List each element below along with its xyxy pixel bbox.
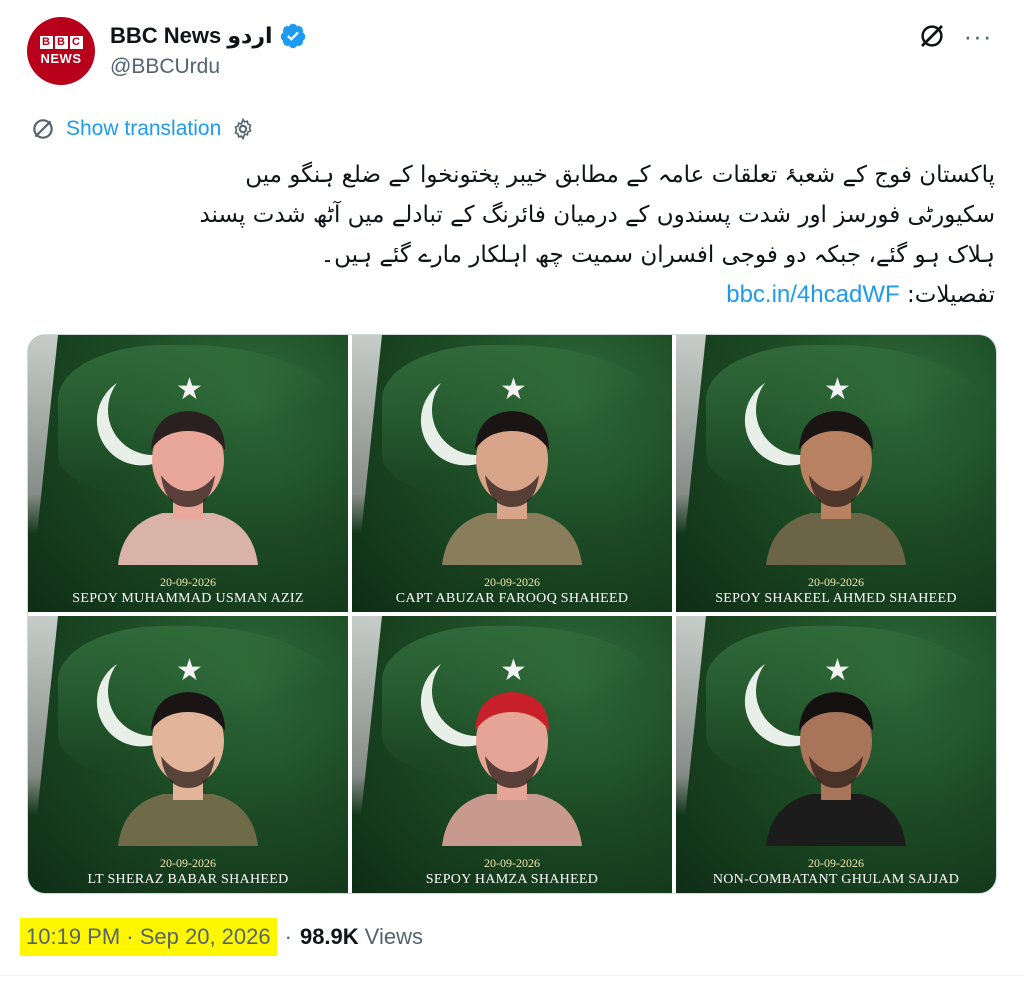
flag-white-stripe <box>676 335 706 535</box>
bbc-logo-letter: C <box>69 36 83 49</box>
flag-white-stripe <box>676 616 706 816</box>
media-tile[interactable]: ★ 20-09-2026 CAPT ABUZAR FAROOQ SHAHEED <box>352 335 672 612</box>
bbc-logo-letter: B <box>39 36 53 49</box>
soldier-portrait <box>442 411 582 565</box>
display-name[interactable]: BBC News اردو <box>110 23 273 49</box>
media-tile[interactable]: ★ 20-09-2026 NON-COMBATANT GHULAM SAJJAD <box>676 616 996 893</box>
tile-name: SEPOY HAMZA SHAHEED <box>425 872 599 887</box>
tile-date: 20-09-2026 <box>484 575 540 589</box>
tile-date: 20-09-2026 <box>484 856 540 870</box>
tile-name: SEPOY MUHAMMAD USMAN AZIZ <box>72 591 304 606</box>
account-name-row[interactable]: BBC News اردو <box>110 22 307 50</box>
soldier-portrait <box>118 692 258 846</box>
details-label: تفصیلات: <box>906 282 995 308</box>
settings-gear-icon[interactable] <box>231 117 255 141</box>
tweet-text-line: پاکستان فوج کے شعبۂ تعلقات عامہ کے مطابق… <box>245 162 995 188</box>
flag-white-stripe <box>28 335 58 535</box>
tile-date: 20-09-2026 <box>808 575 864 589</box>
verified-badge-icon <box>280 23 305 49</box>
media-grid[interactable]: ★ 20-09-2026 SEPOY MUHAMMAD USMAN AZIZ ★ 20-… <box>27 334 997 894</box>
tweet-details-line: تفصیلات: bbc.in/4hcadWF <box>60 275 995 315</box>
flag-white-stripe <box>352 616 382 816</box>
more-options-button[interactable]: ··· <box>956 16 1000 56</box>
grok-icon <box>921 25 943 47</box>
account-avatar[interactable]: B B C NEWS <box>27 17 95 85</box>
tweet-text-line: سکیورٹی فورسز اور شدت پسندوں کے درمیان ف… <box>199 202 995 228</box>
tweet-meta-row: 10:19 PM · Sep 20, 2026 · 98.9K Views <box>20 912 423 962</box>
media-tile[interactable]: ★ 20-09-2026 SEPOY SHAKEEL AHMED SHAHEED <box>676 335 996 612</box>
more-dots-icon: ··· <box>963 20 993 51</box>
meta-separator: · <box>284 924 292 949</box>
translate-globe-icon <box>33 119 53 139</box>
tile-date: 20-09-2026 <box>160 856 216 870</box>
tile-name: SEPOY SHAKEEL AHMED SHAHEED <box>715 591 957 606</box>
translation-row[interactable]: Show translation <box>30 116 255 142</box>
tweet-text: پاکستان فوج کے شعبۂ تعلقات عامہ کے مطابق… <box>60 155 995 315</box>
media-tile[interactable]: ★ 20-09-2026 LT SHERAZ BABAR SHAHEED <box>28 616 348 893</box>
divider <box>0 975 1024 976</box>
soldier-portrait <box>766 411 906 565</box>
tile-date: 20-09-2026 <box>160 575 216 589</box>
tile-date: 20-09-2026 <box>808 856 864 870</box>
tweet-link[interactable]: bbc.in/4hcadWF <box>726 281 899 308</box>
tweet-text-line: ہلاک ہو گئے، جبکہ دو فوجی افسران سمیت چھ… <box>320 242 995 268</box>
show-translation-link[interactable]: Show translation <box>66 117 221 141</box>
grok-button[interactable] <box>912 16 952 56</box>
bbc-logo-word: NEWS <box>40 51 82 66</box>
soldier-portrait <box>118 411 258 565</box>
tile-name: LT SHERAZ BABAR SHAHEED <box>87 872 289 887</box>
timestamp[interactable]: 10:19 PM · Sep 20, 2026 <box>20 918 277 956</box>
tile-name: CAPT ABUZAR FAROOQ SHAHEED <box>395 591 629 606</box>
flag-white-stripe <box>352 335 382 535</box>
media-tile[interactable]: ★ 20-09-2026 SEPOY MUHAMMAD USMAN AZIZ <box>28 335 348 612</box>
flag-white-stripe <box>28 616 58 816</box>
bbc-logo-letter: B <box>54 36 68 49</box>
soldier-portrait <box>442 692 582 846</box>
bbc-logo-blocks: B B C <box>39 36 83 49</box>
media-tile[interactable]: ★ 20-09-2026 SEPOY HAMZA SHAHEED <box>352 616 672 893</box>
tile-name: NON-COMBATANT GHULAM SAJJAD <box>712 872 960 887</box>
views-label: Views <box>364 924 423 949</box>
soldier-portrait <box>766 692 906 846</box>
account-handle[interactable]: @BBCUrdu <box>110 55 220 79</box>
views-count: 98.9K <box>299 924 359 949</box>
